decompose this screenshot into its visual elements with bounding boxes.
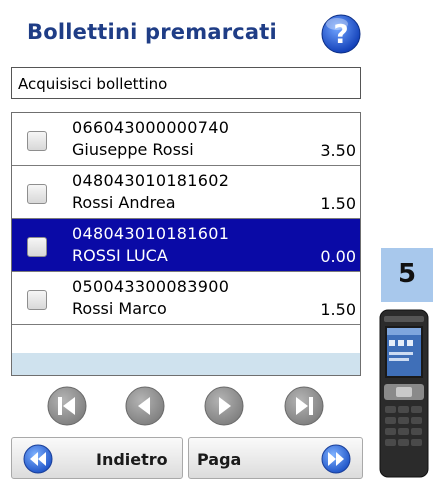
row-checkbox[interactable] — [27, 237, 47, 257]
back-label: Indietro — [96, 450, 168, 469]
payer-name: Rossi Marco — [72, 299, 167, 318]
list-item[interactable]: 048043010181602 Rossi Andrea 1.50 — [12, 166, 360, 219]
list-item[interactable]: 050043300083900 Rossi Marco 1.50 — [12, 272, 360, 325]
step-number: 5 — [397, 259, 417, 289]
double-arrow-right-icon — [321, 444, 351, 474]
row-checkbox[interactable] — [27, 184, 47, 204]
bollettini-list: 066043000000740 Giuseppe Rossi 3.50 0480… — [11, 112, 361, 376]
payer-name: Rossi Andrea — [72, 193, 176, 212]
bollettino-code: 048043010181601 — [72, 224, 230, 243]
empty-row — [12, 353, 360, 375]
amount: 0.00 — [320, 247, 356, 266]
amount: 1.50 — [320, 300, 356, 319]
double-arrow-left-icon — [23, 444, 53, 474]
last-page-icon[interactable] — [283, 385, 325, 427]
back-button[interactable]: Indietro — [11, 437, 183, 479]
pay-button[interactable]: Paga — [188, 437, 363, 479]
row-checkbox[interactable] — [27, 290, 47, 310]
bottom-toolbar: Indietro Paga — [11, 437, 363, 479]
bollettino-code: 066043000000740 — [72, 118, 230, 137]
step-badge: 5 — [381, 248, 433, 302]
bollettino-code: 050043300083900 — [72, 277, 230, 296]
bollettino-code: 048043010181602 — [72, 171, 230, 190]
next-page-icon[interactable] — [203, 385, 245, 427]
previous-page-icon[interactable] — [124, 385, 166, 427]
amount: 1.50 — [320, 194, 356, 213]
amount: 3.50 — [320, 141, 356, 160]
row-checkbox[interactable] — [27, 131, 47, 151]
acquire-bollettino-label: Acquisisci bollettino — [18, 75, 168, 93]
svg-text:?: ? — [333, 20, 348, 50]
pay-label: Paga — [197, 450, 242, 469]
payer-name: Giuseppe Rossi — [72, 140, 194, 159]
payer-name: ROSSI LUCA — [72, 246, 168, 265]
help-question-icon[interactable]: ? — [319, 13, 363, 55]
page-title: Bollettini premarcati — [27, 20, 277, 44]
list-item-selected[interactable]: 048043010181601 ROSSI LUCA 0.00 — [12, 219, 360, 272]
first-page-icon[interactable] — [46, 385, 88, 427]
mobile-device-image — [379, 309, 429, 478]
acquire-bollettino-button[interactable]: Acquisisci bollettino — [11, 67, 361, 99]
list-item[interactable]: 066043000000740 Giuseppe Rossi 3.50 — [12, 113, 360, 166]
